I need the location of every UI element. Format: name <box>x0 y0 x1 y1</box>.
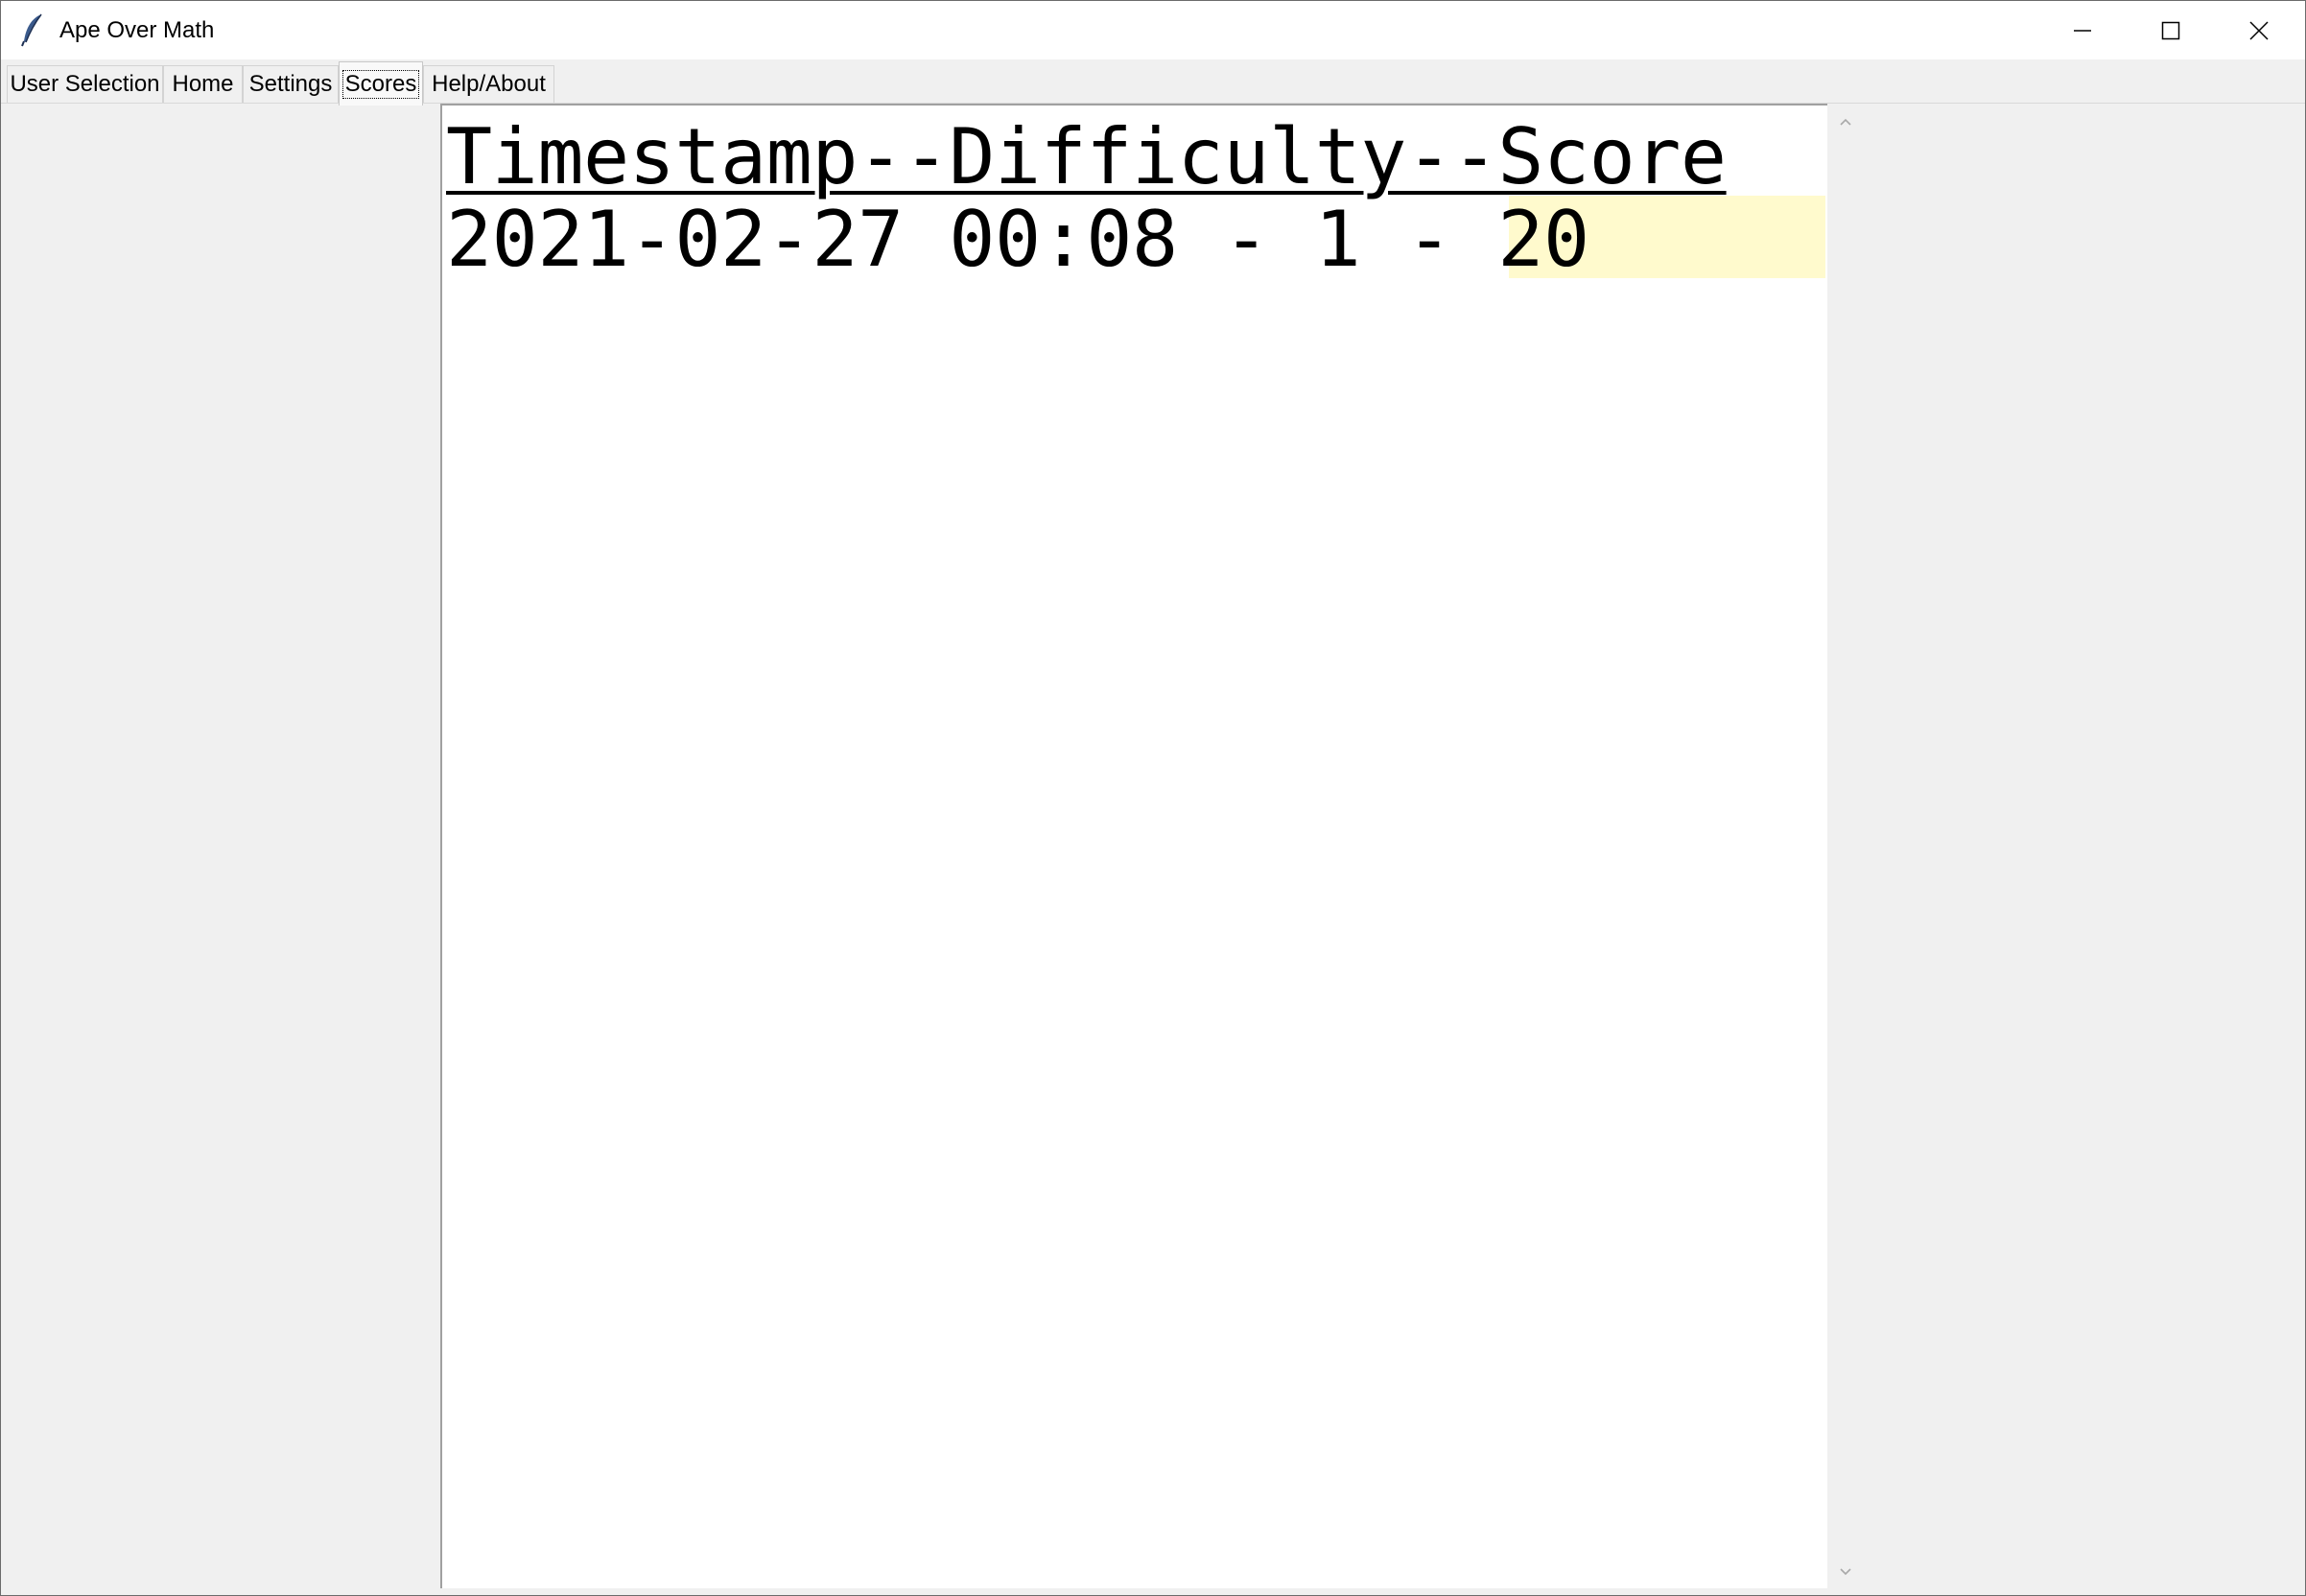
scores-panel: Timestamp--Difficulty--Score 2021-02-27 … <box>1 104 2305 1595</box>
tab-help-about[interactable]: Help/About <box>423 65 554 103</box>
title-bar[interactable]: Ape Over Math <box>1 1 2305 59</box>
close-button[interactable] <box>2215 1 2303 59</box>
scores-header: Timestamp--Difficulty--Score <box>446 112 1727 201</box>
tab-strip: User Selection Home Settings Scores Help… <box>1 59 2305 106</box>
tab-label: User Selection <box>10 71 160 97</box>
scroll-up-arrow-icon[interactable] <box>1837 113 1854 130</box>
tab-label: Settings <box>248 71 333 97</box>
close-icon <box>2249 20 2269 40</box>
tab-scores[interactable]: Scores <box>339 61 423 106</box>
tab-label: Home <box>172 71 234 97</box>
feather-icon <box>20 12 45 47</box>
window-title: Ape Over Math <box>59 17 215 43</box>
tab-user-selection[interactable]: User Selection <box>7 65 163 103</box>
tab-label: Help/About <box>432 71 546 97</box>
tab-settings[interactable]: Settings <box>243 65 339 103</box>
maximize-icon <box>2161 21 2180 40</box>
tab-home[interactable]: Home <box>163 65 243 103</box>
tab-label: Scores <box>341 69 420 99</box>
scroll-down-arrow-icon[interactable] <box>1837 1563 1854 1581</box>
scores-text-area[interactable]: Timestamp--Difficulty--Score 2021-02-27 … <box>440 104 1827 1588</box>
score-row: 2021-02-27 00:08 - 1 - 20 <box>446 196 1825 278</box>
minimize-icon <box>2073 21 2092 40</box>
minimize-button[interactable] <box>2038 1 2127 59</box>
maximize-button[interactable] <box>2127 1 2215 59</box>
vertical-scrollbar[interactable] <box>1829 104 1862 1588</box>
app-window: Ape Over Math User Selection Home Settin… <box>0 0 2306 1596</box>
score-row-text: 2021-02-27 00:08 - 1 - 20 <box>446 195 1589 284</box>
